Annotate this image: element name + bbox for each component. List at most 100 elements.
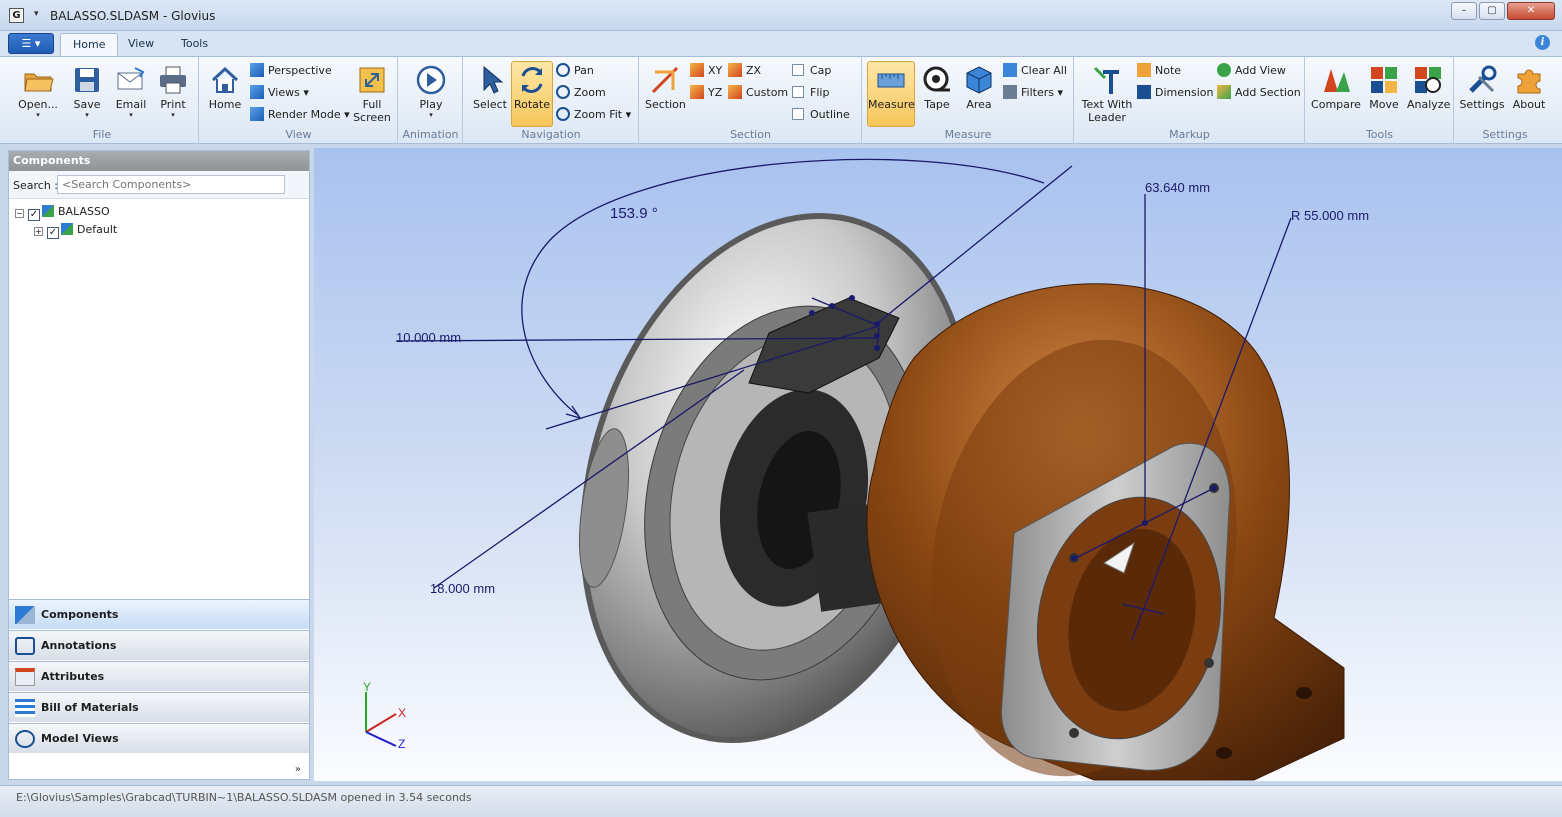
area-button[interactable]: Area bbox=[959, 61, 999, 112]
dimension-label-18mm[interactable]: 18.000 mm bbox=[430, 581, 495, 596]
nav-attributes[interactable]: Attributes bbox=[9, 661, 309, 691]
section-button[interactable]: Section bbox=[644, 61, 686, 112]
cap-checkbox[interactable]: Cap bbox=[792, 62, 831, 80]
radius-label[interactable]: R 55.000 mm bbox=[1291, 208, 1369, 223]
section-zx-button[interactable]: ZX bbox=[728, 62, 761, 80]
panel-overflow-chevron-icon[interactable]: » bbox=[295, 764, 301, 775]
group-tools: Compare Move Analyze Tools bbox=[1306, 57, 1454, 144]
outline-label: Outline bbox=[810, 108, 850, 121]
x-axis-line bbox=[365, 713, 397, 733]
render-mode-cube-icon bbox=[250, 107, 264, 121]
model-canvas[interactable]: 153.9 ° 10.000 mm 18.000 mm 63.640 mm R … bbox=[314, 148, 1562, 781]
compare-button[interactable]: Compare bbox=[1310, 61, 1362, 112]
outline-checkbox-box[interactable] bbox=[792, 108, 804, 120]
home-view-button[interactable]: Home bbox=[204, 61, 246, 112]
add-view-button[interactable]: Add View bbox=[1217, 62, 1286, 80]
nav-bill-of-materials[interactable]: Bill of Materials bbox=[9, 692, 309, 722]
print-button[interactable]: Print ▾ bbox=[152, 61, 194, 120]
expand-icon[interactable]: + bbox=[34, 227, 43, 236]
collapse-icon[interactable]: − bbox=[15, 209, 24, 218]
quick-access-dropdown-icon[interactable]: ▾ bbox=[34, 9, 39, 19]
tree-checkbox-balasso[interactable]: ✓ bbox=[28, 209, 40, 221]
maximize-button[interactable]: ▢ bbox=[1479, 2, 1505, 20]
tape-button[interactable]: Tape bbox=[917, 61, 957, 112]
filters-dropdown[interactable]: Filters ▾ bbox=[1003, 84, 1063, 102]
assembly-icon bbox=[61, 223, 73, 235]
nav-label: Components bbox=[41, 608, 119, 621]
dimension-label-10mm[interactable]: 10.000 mm bbox=[396, 330, 461, 345]
tape-label: Tape bbox=[924, 98, 950, 111]
section-custom-button[interactable]: Custom bbox=[728, 84, 788, 102]
play-button[interactable]: Play ▾ bbox=[409, 61, 453, 120]
rotate-button[interactable]: Rotate bbox=[511, 61, 553, 127]
play-icon bbox=[415, 64, 447, 96]
zoom-button[interactable]: Zoom bbox=[556, 84, 606, 102]
filters-label: Filters bbox=[1021, 86, 1054, 99]
section-yz-button[interactable]: YZ bbox=[690, 84, 722, 102]
full-screen-button[interactable]: Full Screen bbox=[350, 61, 394, 125]
close-button[interactable]: ✕ bbox=[1507, 2, 1555, 20]
views-dropdown[interactable]: Views ▾ bbox=[250, 84, 309, 102]
search-label: Search : bbox=[13, 179, 58, 192]
settings-button[interactable]: Settings bbox=[1457, 61, 1507, 112]
component-tree: − ✓ BALASSO + ✓ Default bbox=[9, 199, 309, 594]
flip-checkbox-box[interactable] bbox=[792, 86, 804, 98]
cap-checkbox-box[interactable] bbox=[792, 64, 804, 76]
tab-tools[interactable]: Tools bbox=[169, 33, 220, 56]
analyze-label: Analyze bbox=[1407, 98, 1451, 111]
note-button[interactable]: Note bbox=[1137, 62, 1181, 80]
open-label: Open... bbox=[18, 98, 58, 111]
clear-all-button[interactable]: Clear All bbox=[1003, 62, 1067, 80]
bill-of-materials-icon bbox=[15, 699, 35, 717]
group-view-label: View bbox=[285, 128, 312, 141]
compare-label: Compare bbox=[1311, 98, 1361, 111]
tree-checkbox-default[interactable]: ✓ bbox=[47, 227, 59, 239]
nav-annotations[interactable]: Annotations bbox=[9, 630, 309, 660]
tree-node-default[interactable]: + ✓ Default bbox=[34, 221, 117, 239]
save-button[interactable]: Save ▾ bbox=[66, 61, 108, 120]
outline-checkbox[interactable]: Outline bbox=[792, 106, 850, 124]
open-button[interactable]: Open... ▾ bbox=[16, 61, 60, 120]
select-button[interactable]: Select bbox=[470, 61, 510, 112]
app-icon[interactable]: G bbox=[9, 8, 24, 23]
email-button[interactable]: Email ▾ bbox=[110, 61, 152, 120]
perspective-button[interactable]: Perspective bbox=[250, 62, 332, 80]
measure-button[interactable]: Measure bbox=[867, 61, 915, 127]
help-info-icon[interactable]: i bbox=[1535, 35, 1550, 50]
add-section-button[interactable]: Add Section bbox=[1217, 84, 1301, 102]
note-label: Note bbox=[1155, 64, 1182, 77]
render-mode-dropdown[interactable]: Render Mode ▾ bbox=[250, 106, 350, 124]
angle-label[interactable]: 153.9 ° bbox=[610, 205, 658, 222]
pan-button[interactable]: Pan bbox=[556, 62, 594, 80]
text-with-leader-button[interactable]: Text With Leader bbox=[1079, 61, 1135, 125]
tab-home[interactable]: Home bbox=[60, 33, 119, 56]
tab-view[interactable]: View bbox=[116, 33, 166, 56]
nav-components[interactable]: Components bbox=[9, 599, 309, 629]
flip-checkbox[interactable]: Flip bbox=[792, 84, 829, 102]
attributes-icon bbox=[15, 668, 35, 686]
pan-label: Pan bbox=[574, 64, 594, 77]
about-button[interactable]: About bbox=[1507, 61, 1551, 112]
components-panel: Components Search : −✓BALASSO +✓Default … bbox=[8, 150, 310, 780]
move-button[interactable]: Move bbox=[1362, 61, 1406, 112]
minimize-button[interactable]: – bbox=[1451, 2, 1477, 20]
compare-icon bbox=[1320, 64, 1352, 96]
ribbon: Open... ▾ Save ▾ Email ▾ Print ▾ File Home P… bbox=[0, 56, 1562, 144]
nav-label: Bill of Materials bbox=[41, 701, 139, 714]
3d-viewport[interactable]: 153.9 ° 10.000 mm 18.000 mm 63.640 mm R … bbox=[314, 148, 1562, 781]
tree-node-balasso[interactable]: − ✓ BALASSO bbox=[15, 203, 110, 221]
section-xy-button[interactable]: XY bbox=[690, 62, 722, 80]
nav-model-views[interactable]: Model Views bbox=[9, 723, 309, 753]
house-icon bbox=[209, 64, 241, 96]
zoom-fit-dropdown[interactable]: Zoom Fit ▾ bbox=[556, 106, 631, 124]
measure-point bbox=[874, 321, 880, 327]
nav-label: Attributes bbox=[41, 670, 105, 683]
analyze-button[interactable]: Analyze bbox=[1406, 61, 1450, 112]
dimension-button[interactable]: Dimension bbox=[1137, 84, 1213, 102]
move-label: Move bbox=[1369, 98, 1399, 111]
assembly-icon bbox=[42, 205, 54, 217]
component-search-input[interactable] bbox=[57, 175, 285, 194]
dimension-label-63mm[interactable]: 63.640 mm bbox=[1145, 180, 1210, 195]
application-menu-button[interactable]: ☰ ▾ bbox=[8, 33, 54, 54]
title-bar: G ▾ BALASSO.SLDASM - Glovius – ▢ ✕ bbox=[0, 0, 1562, 31]
